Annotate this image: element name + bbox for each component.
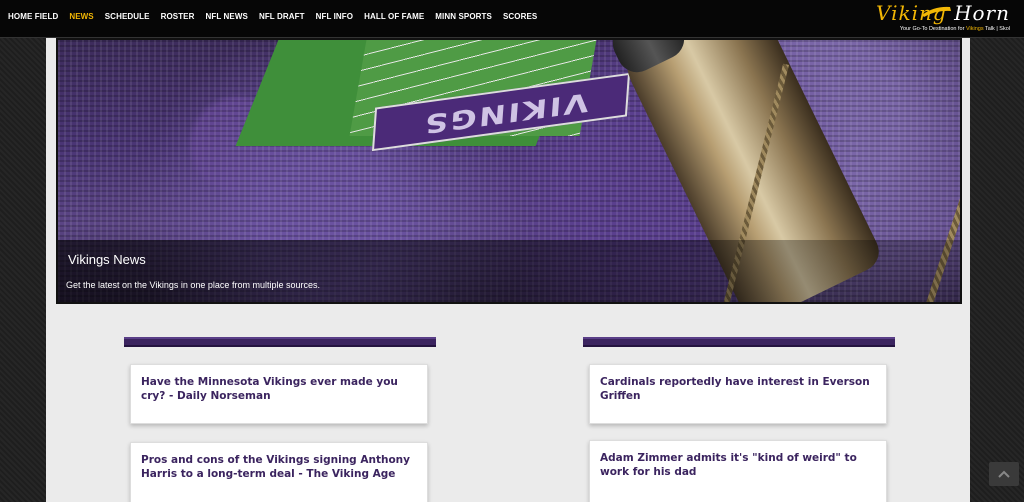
- tagline-suffix: Talk | Skol: [985, 26, 1010, 32]
- article-title[interactable]: Adam Zimmer admits it's "kind of weird" …: [600, 451, 876, 479]
- main-nav: HOME FIELD NEWS SCHEDULE ROSTER NFL NEWS…: [8, 12, 548, 21]
- article-card[interactable]: Pros and cons of the Vikings signing Ant…: [130, 442, 428, 502]
- tagline-highlight: Vikings: [965, 26, 984, 32]
- nav-item-nfl-news[interactable]: NFL NEWS: [206, 12, 248, 21]
- article-title[interactable]: Pros and cons of the Vikings signing Ant…: [141, 453, 417, 481]
- logo-second-word: Horn: [954, 1, 1010, 25]
- hero-title: Vikings News: [68, 252, 146, 267]
- nav-item-minn-sports[interactable]: MINN SPORTS: [435, 12, 492, 21]
- nav-item-scores[interactable]: SCORES: [503, 12, 537, 21]
- top-nav-bar: HOME FIELD NEWS SCHEDULE ROSTER NFL NEWS…: [0, 0, 1024, 38]
- nav-item-home-field[interactable]: HOME FIELD: [8, 12, 58, 21]
- section-divider-left: [124, 337, 436, 347]
- hero-banner[interactable]: VIKINGS Vikings News Get the latest on t…: [56, 38, 962, 304]
- nav-item-schedule[interactable]: SCHEDULE: [105, 12, 150, 21]
- hero-subtitle: Get the latest on the Vikings in one pla…: [66, 280, 320, 290]
- nav-item-nfl-draft[interactable]: NFL DRAFT: [259, 12, 305, 21]
- nav-item-news[interactable]: NEWS: [69, 12, 93, 21]
- chevron-up-icon: [998, 470, 1010, 478]
- nav-item-hall-of-fame[interactable]: HALL OF FAME: [364, 12, 424, 21]
- section-divider-right: [583, 337, 895, 347]
- article-title[interactable]: Have the Minnesota Vikings ever made you…: [141, 375, 417, 403]
- back-to-top-button[interactable]: [989, 462, 1019, 486]
- nav-item-nfl-info[interactable]: NFL INFO: [316, 12, 354, 21]
- logo-tagline: Your Go-To Destination for Vikings Talk …: [850, 25, 1010, 33]
- tagline-prefix: Your Go-To Destination for: [899, 26, 965, 32]
- nav-item-roster[interactable]: ROSTER: [161, 12, 195, 21]
- horn-icon: [922, 6, 951, 17]
- article-card[interactable]: Cardinals reportedly have interest in Ev…: [589, 364, 887, 424]
- article-card[interactable]: Have the Minnesota Vikings ever made you…: [130, 364, 428, 424]
- site-logo[interactable]: Viking Horn Your Go-To Destination for V…: [850, 1, 1010, 33]
- hero-caption: Vikings News Get the latest on the Vikin…: [58, 240, 960, 302]
- article-title[interactable]: Cardinals reportedly have interest in Ev…: [600, 375, 876, 403]
- article-card[interactable]: Adam Zimmer admits it's "kind of weird" …: [589, 440, 887, 502]
